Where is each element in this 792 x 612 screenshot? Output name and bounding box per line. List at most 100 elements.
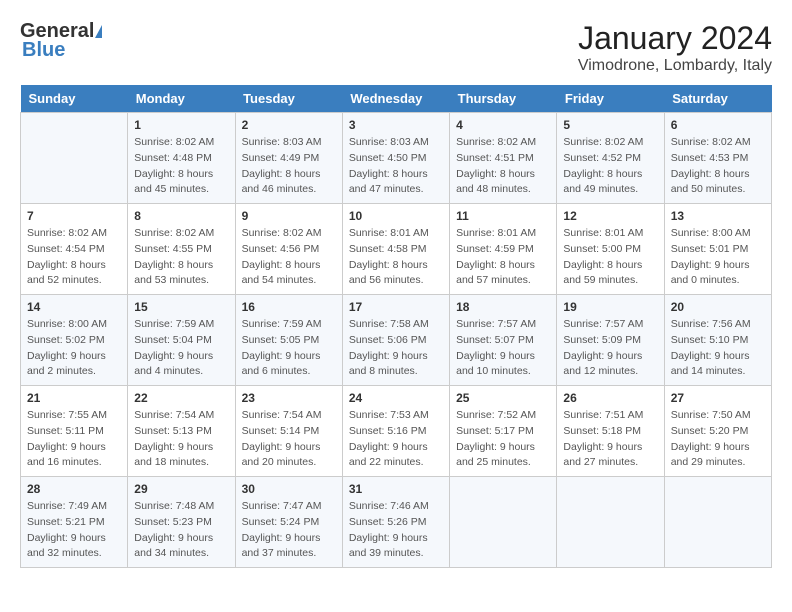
day-info: Sunrise: 7:46 AM Sunset: 5:26 PM Dayligh… xyxy=(349,499,443,562)
day-info: Sunrise: 8:00 AM Sunset: 5:02 PM Dayligh… xyxy=(27,317,121,380)
day-info: Sunrise: 8:02 AM Sunset: 4:51 PM Dayligh… xyxy=(456,135,550,198)
calendar-cell: 31 Sunrise: 7:46 AM Sunset: 5:26 PM Dayli… xyxy=(342,477,449,568)
day-info: Sunrise: 7:57 AM Sunset: 5:09 PM Dayligh… xyxy=(563,317,657,380)
day-info: Sunrise: 7:49 AM Sunset: 5:21 PM Dayligh… xyxy=(27,499,121,562)
day-info: Sunrise: 7:57 AM Sunset: 5:07 PM Dayligh… xyxy=(456,317,550,380)
calendar-cell: 10Sunrise: 8:01 AM Sunset: 4:58 PM Dayli… xyxy=(342,204,449,295)
logo-blue-text: Blue xyxy=(22,39,65,62)
day-info: Sunrise: 8:02 AM Sunset: 4:56 PM Dayligh… xyxy=(242,226,336,289)
column-header-saturday: Saturday xyxy=(664,85,771,113)
calendar-cell: 30Sunrise: 7:47 AM Sunset: 5:24 PM Dayli… xyxy=(235,477,342,568)
day-info: Sunrise: 7:59 AM Sunset: 5:04 PM Dayligh… xyxy=(134,317,228,380)
calendar-cell: 28 Sunrise: 7:49 AM Sunset: 5:21 PM Dayli… xyxy=(21,477,128,568)
day-info: Sunrise: 8:02 AM Sunset: 4:54 PM Dayligh… xyxy=(27,226,121,289)
day-info: Sunrise: 8:02 AM Sunset: 4:53 PM Dayligh… xyxy=(671,135,765,198)
logo: General Blue xyxy=(20,20,104,62)
day-number: 9 xyxy=(242,209,336,223)
day-info: Sunrise: 7:55 AM Sunset: 5:11 PM Dayligh… xyxy=(27,408,121,471)
day-number: 25 xyxy=(456,391,550,405)
day-number: 10 xyxy=(349,209,443,223)
day-number: 30 xyxy=(242,482,336,496)
day-info: Sunrise: 7:53 AM Sunset: 5:16 PM Dayligh… xyxy=(349,408,443,471)
day-number: 8 xyxy=(134,209,228,223)
day-number: 31 xyxy=(349,482,443,496)
calendar-cell: 23 Sunrise: 7:54 AM Sunset: 5:14 PM Dayli… xyxy=(235,386,342,477)
column-header-tuesday: Tuesday xyxy=(235,85,342,113)
column-header-wednesday: Wednesday xyxy=(342,85,449,113)
day-number: 15 xyxy=(134,300,228,314)
day-info: Sunrise: 7:52 AM Sunset: 5:17 PM Dayligh… xyxy=(456,408,550,471)
calendar-cell: 24 Sunrise: 7:53 AM Sunset: 5:16 PM Dayli… xyxy=(342,386,449,477)
day-info: Sunrise: 7:51 AM Sunset: 5:18 PM Dayligh… xyxy=(563,408,657,471)
calendar-cell: 13 Sunrise: 8:00 AM Sunset: 5:01 PM Dayli… xyxy=(664,204,771,295)
day-info: Sunrise: 7:58 AM Sunset: 5:06 PM Dayligh… xyxy=(349,317,443,380)
day-number: 23 xyxy=(242,391,336,405)
column-header-friday: Friday xyxy=(557,85,664,113)
day-number: 3 xyxy=(349,118,443,132)
calendar-cell: 15 Sunrise: 7:59 AM Sunset: 5:04 PM Dayli… xyxy=(128,295,235,386)
day-number: 28 xyxy=(27,482,121,496)
day-number: 7 xyxy=(27,209,121,223)
calendar-cell: 5 Sunrise: 8:02 AM Sunset: 4:52 PM Daylig… xyxy=(557,113,664,204)
day-info: Sunrise: 8:02 AM Sunset: 4:48 PM Dayligh… xyxy=(134,135,228,198)
day-info: Sunrise: 7:59 AM Sunset: 5:05 PM Dayligh… xyxy=(242,317,336,380)
calendar-cell xyxy=(557,477,664,568)
day-info: Sunrise: 8:02 AM Sunset: 4:52 PM Dayligh… xyxy=(563,135,657,198)
day-number: 16 xyxy=(242,300,336,314)
title-block: January 2024 Vimodrone, Lombardy, Italy xyxy=(578,20,772,75)
calendar-cell: 9 Sunrise: 8:02 AM Sunset: 4:56 PM Daylig… xyxy=(235,204,342,295)
calendar-cell: 8 Sunrise: 8:02 AM Sunset: 4:55 PM Daylig… xyxy=(128,204,235,295)
day-number: 14 xyxy=(27,300,121,314)
calendar-cell: 12Sunrise: 8:01 AM Sunset: 5:00 PM Dayli… xyxy=(557,204,664,295)
calendar-cell: 25 Sunrise: 7:52 AM Sunset: 5:17 PM Dayli… xyxy=(450,386,557,477)
calendar-cell: 17 Sunrise: 7:58 AM Sunset: 5:06 PM Dayli… xyxy=(342,295,449,386)
calendar-cell: 7 Sunrise: 8:02 AM Sunset: 4:54 PM Daylig… xyxy=(21,204,128,295)
day-number: 29 xyxy=(134,482,228,496)
day-number: 4 xyxy=(456,118,550,132)
day-number: 17 xyxy=(349,300,443,314)
day-number: 26 xyxy=(563,391,657,405)
calendar-cell: 6Sunrise: 8:02 AM Sunset: 4:53 PM Daylig… xyxy=(664,113,771,204)
day-number: 27 xyxy=(671,391,765,405)
calendar-cell: 16 Sunrise: 7:59 AM Sunset: 5:05 PM Dayli… xyxy=(235,295,342,386)
week-row-4: 21 Sunrise: 7:55 AM Sunset: 5:11 PM Dayli… xyxy=(21,386,772,477)
day-number: 2 xyxy=(242,118,336,132)
day-number: 13 xyxy=(671,209,765,223)
day-number: 11 xyxy=(456,209,550,223)
day-info: Sunrise: 7:54 AM Sunset: 5:14 PM Dayligh… xyxy=(242,408,336,471)
week-row-3: 14 Sunrise: 8:00 AM Sunset: 5:02 PM Dayli… xyxy=(21,295,772,386)
day-info: Sunrise: 8:00 AM Sunset: 5:01 PM Dayligh… xyxy=(671,226,765,289)
day-info: Sunrise: 7:48 AM Sunset: 5:23 PM Dayligh… xyxy=(134,499,228,562)
calendar-cell: 27 Sunrise: 7:50 AM Sunset: 5:20 PM Dayli… xyxy=(664,386,771,477)
day-info: Sunrise: 7:54 AM Sunset: 5:13 PM Dayligh… xyxy=(134,408,228,471)
calendar-cell: 26 Sunrise: 7:51 AM Sunset: 5:18 PM Dayli… xyxy=(557,386,664,477)
day-info: Sunrise: 8:02 AM Sunset: 4:55 PM Dayligh… xyxy=(134,226,228,289)
calendar-cell: 18 Sunrise: 7:57 AM Sunset: 5:07 PM Dayli… xyxy=(450,295,557,386)
day-number: 22 xyxy=(134,391,228,405)
calendar-cell: 19 Sunrise: 7:57 AM Sunset: 5:09 PM Dayli… xyxy=(557,295,664,386)
day-info: Sunrise: 7:50 AM Sunset: 5:20 PM Dayligh… xyxy=(671,408,765,471)
day-number: 24 xyxy=(349,391,443,405)
calendar-cell xyxy=(664,477,771,568)
page-header: General Blue January 2024 Vimodrone, Lom… xyxy=(20,20,772,75)
day-number: 19 xyxy=(563,300,657,314)
calendar-cell xyxy=(21,113,128,204)
calendar-cell: 14 Sunrise: 8:00 AM Sunset: 5:02 PM Dayli… xyxy=(21,295,128,386)
calendar-cell: 20Sunrise: 7:56 AM Sunset: 5:10 PM Dayli… xyxy=(664,295,771,386)
week-row-1: 1 Sunrise: 8:02 AM Sunset: 4:48 PM Daylig… xyxy=(21,113,772,204)
calendar-cell: 1 Sunrise: 8:02 AM Sunset: 4:48 PM Daylig… xyxy=(128,113,235,204)
day-number: 18 xyxy=(456,300,550,314)
week-row-5: 28 Sunrise: 7:49 AM Sunset: 5:21 PM Dayli… xyxy=(21,477,772,568)
month-title: January 2024 xyxy=(578,20,772,57)
column-header-sunday: Sunday xyxy=(21,85,128,113)
day-number: 1 xyxy=(134,118,228,132)
calendar-cell xyxy=(450,477,557,568)
calendar-cell: 21 Sunrise: 7:55 AM Sunset: 5:11 PM Dayli… xyxy=(21,386,128,477)
day-info: Sunrise: 7:56 AM Sunset: 5:10 PM Dayligh… xyxy=(671,317,765,380)
calendar-cell: 4 Sunrise: 8:02 AM Sunset: 4:51 PM Daylig… xyxy=(450,113,557,204)
day-number: 5 xyxy=(563,118,657,132)
day-number: 21 xyxy=(27,391,121,405)
calendar-cell: 2Sunrise: 8:03 AM Sunset: 4:49 PM Daylig… xyxy=(235,113,342,204)
calendar-table: SundayMondayTuesdayWednesdayThursdayFrid… xyxy=(20,85,772,568)
calendar-cell: 22 Sunrise: 7:54 AM Sunset: 5:13 PM Dayli… xyxy=(128,386,235,477)
